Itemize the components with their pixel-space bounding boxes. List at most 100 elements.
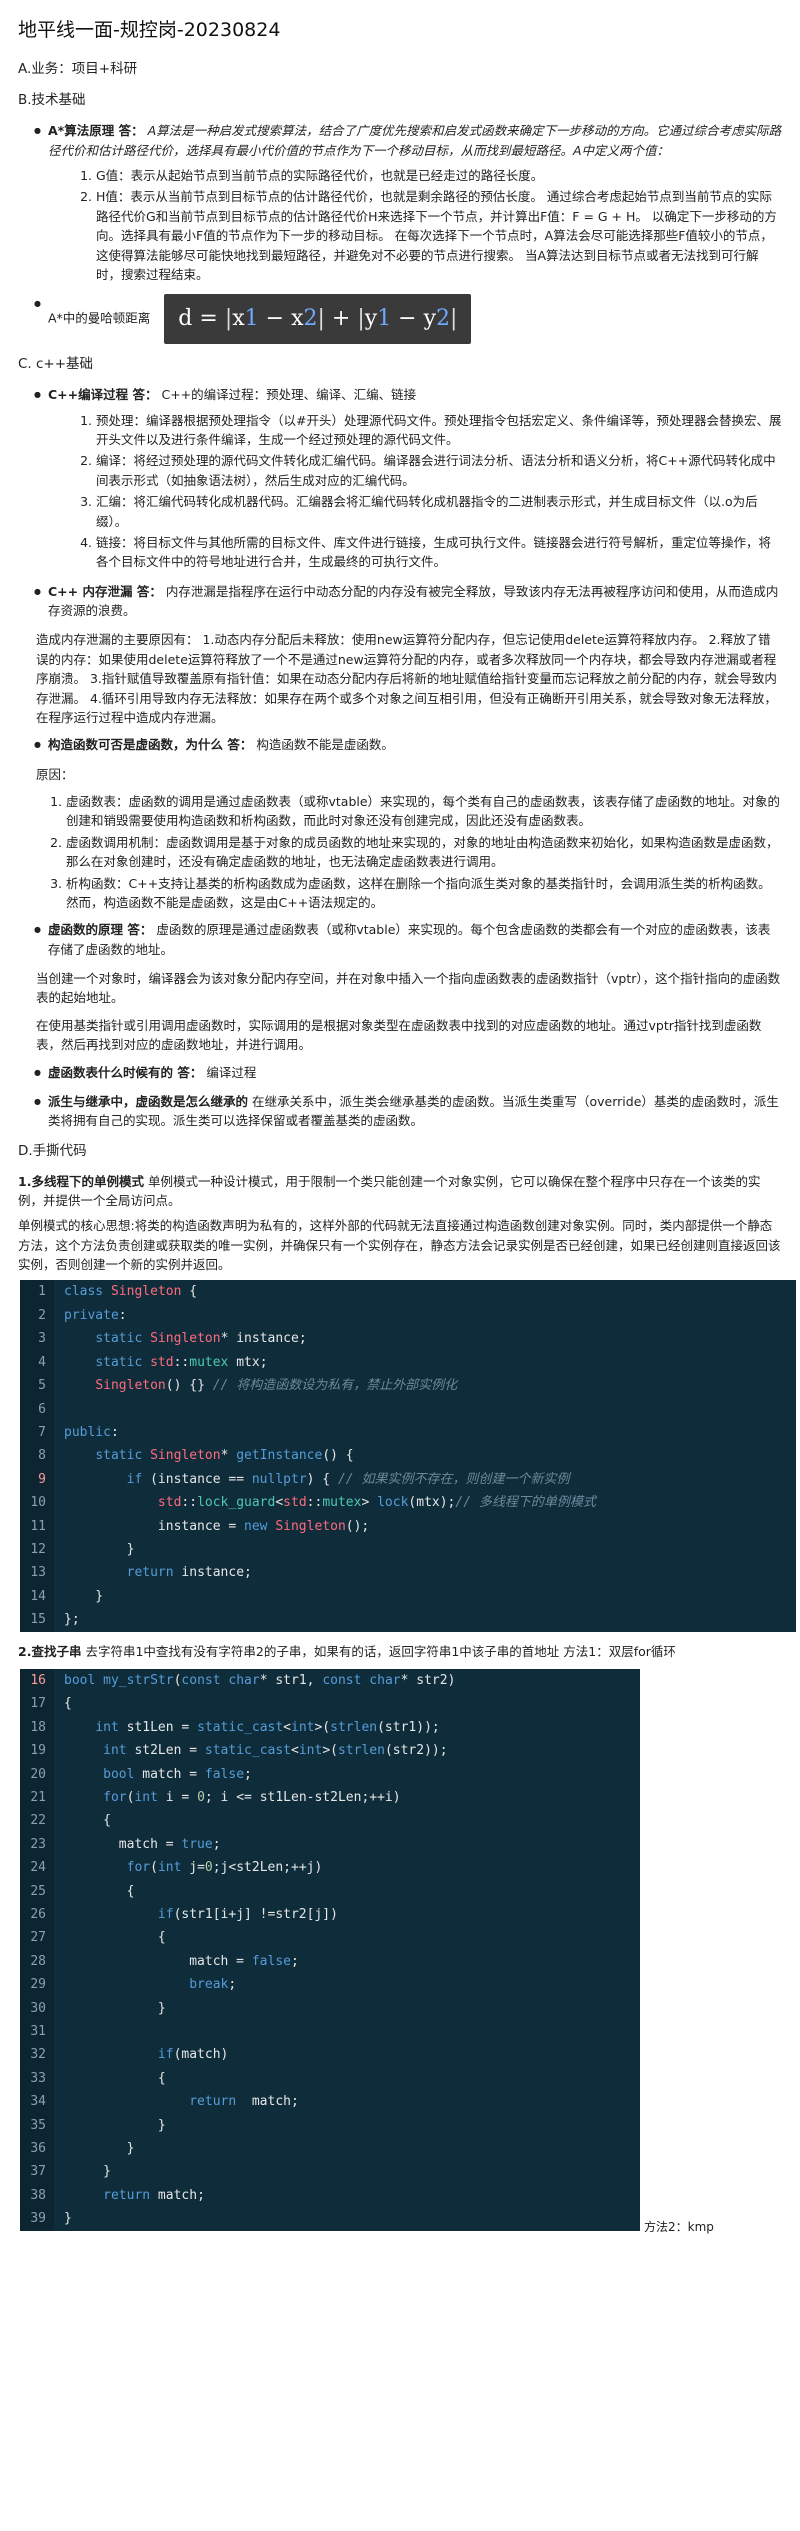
ctor-reason-item: 虚函数表：虚函数的调用是通过虚函数表（或称vtable）来实现的，每个类有自己的… (66, 792, 782, 831)
code-line: 13 return instance; (20, 1561, 796, 1585)
code-line: 28 match = false; (20, 1949, 640, 1974)
code-line: 31 (20, 2020, 640, 2044)
compile-step: 编译：将经过预处理的源代码文件转化成汇编代码。编译器会进行词法分析、语法分析和语… (96, 451, 782, 490)
code-line: 39} (20, 2207, 640, 2231)
line-number: 20 (20, 1762, 54, 1786)
code-text: for(int j=0;j<st2Len;++j) (126, 1860, 323, 1876)
code-text: if(str1[i+j] !=str2[j]) (157, 1907, 338, 1922)
line-number: 34 (20, 2090, 54, 2114)
line-number: 30 (20, 1996, 54, 2021)
code-line: 11 instance = new Singleton(); (20, 1514, 796, 1538)
code-line: 7 public: (20, 1420, 796, 1445)
when-text: 编译过程 (206, 1064, 257, 1080)
ctor-reason-item: 虚函数调用机制：虚函数调用是基于对象的成员函数的地址来实现的，对象的地址由构造函… (66, 833, 782, 872)
line-number: 22 (20, 1809, 54, 1833)
document: 地平线一面-规控岗-20230824 A.业务：项目+科研 B.技术基础 A*算… (0, 0, 800, 2237)
code-line: 29 break; (20, 1973, 640, 1997)
line-number: 3 (20, 1327, 54, 1351)
line-number: 37 (20, 2160, 54, 2184)
virt-item: 虚函数的原理 答： 虚函数的原理是通过虚函数表（或称vtable）来实现的。每个… (34, 920, 782, 959)
line-number: 21 (20, 1785, 54, 1810)
q2-label: 2.查找子串 (18, 1643, 82, 1659)
code-text: if (instance == nullptr) { // 如果实例不存在，则创… (126, 1471, 570, 1487)
code-line: 33 { (20, 2066, 640, 2091)
leak-label: C++ 内存泄漏 答： (48, 583, 162, 599)
ctor-label: 构造函数可否是虚函数，为什么 答： (48, 737, 253, 753)
singleton-code-block: 1 class Singleton {2 private: 3 static Sing… (20, 1280, 796, 1632)
compile-item: C++编译过程 答： C++的编译过程：预处理、编译、汇编、链接 预处理：编译器… (34, 385, 782, 572)
code-text: }; (64, 1612, 80, 1628)
line-number: 31 (20, 2020, 54, 2044)
code-text: { (64, 1696, 72, 1712)
code-line: 12 } (20, 1537, 796, 1562)
code-line: 8 static Singleton* getInstance() { (20, 1444, 796, 1468)
code-line: 32 if(match) (20, 2043, 640, 2067)
derive-item: 派生与继承中，虚函数是怎么继承的 在继承关系中，派生类会继承基类的虚函数。当派生… (34, 1092, 782, 1131)
code-line: 30 } (20, 1996, 640, 2021)
vtable-list: 虚函数表什么时候有的 答： 编译过程 派生与继承中，虚函数是怎么继承的 在继承关… (18, 1063, 782, 1131)
astar-values: G值：表示从起始节点到当前节点的实际路径代价，也就是已经走过的路径长度。 H值：… (48, 166, 782, 284)
virt-paragraph-1: 当创建一个对象时，编译器会为该对象分配内存空间，并在对象中插入一个指向虚函数表的… (36, 971, 781, 1006)
line-number: 10 (20, 1491, 54, 1515)
manhattan-item: A*中的曼哈顿距离 d = |x1 − x2| + |y1 − y2| (34, 294, 782, 345)
code-text: bool my_strStr(const char* str1, const c… (64, 1672, 456, 1688)
derive-label: 派生与继承中，虚函数是怎么继承的 (48, 1093, 249, 1109)
q2-heading: 2.查找子串 去字符串1中查找有没有字符串2的子串，如果有的话，返回字符串1中该… (18, 1642, 782, 1661)
compile-step: 链接：将目标文件与其他所需的目标文件、库文件进行链接，生成可执行文件。链接器会进… (96, 533, 782, 572)
code-line: 23 match = true; (20, 1832, 640, 1857)
astar-text: A算法是一种启发式搜索算法，结合了广度优先搜索和启发式函数来确定下一步移动的方向… (48, 123, 782, 158)
code-line: 16 bool my_strStr(const char* str1, const… (20, 1668, 640, 1693)
code-text: match = true; (64, 1836, 221, 1852)
code-line: 2 private: (20, 1303, 796, 1328)
code-line: 4 static std::mutex mtx; (20, 1350, 796, 1375)
line-number: 39 (20, 2207, 54, 2231)
line-number: 25 (20, 1879, 54, 1903)
code-line: 34 return match; (20, 2090, 640, 2114)
q1-heading: 1.多线程下的单例模式 单例模式一种设计模式，用于限制一个类只能创建一个对象实例… (18, 1172, 782, 1211)
code-text: instance = new Singleton(); (64, 1518, 370, 1534)
ctor-list: 构造函数可否是虚函数，为什么 答： 构造函数不能是虚函数。 (18, 735, 782, 755)
ctor-reason-item: 析构函数：C++支持让基类的析构函数成为虚函数，这样在删除一个指向派生类对象的基… (66, 874, 782, 913)
code-line: 35 } (20, 2113, 640, 2138)
line-number: 11 (20, 1514, 54, 1538)
code-text: } (64, 2117, 166, 2133)
code-text: static std::mutex mtx; (95, 1354, 268, 1370)
cpp-list: C++编译过程 答： C++的编译过程：预处理、编译、汇编、链接 预处理：编译器… (18, 385, 782, 620)
line-number: 7 (20, 1420, 54, 1445)
compile-label: C++编译过程 答： (48, 387, 158, 403)
line-number: 29 (20, 1973, 54, 1997)
g-value-item: G值：表示从起始节点到当前节点的实际路径代价，也就是已经走过的路径长度。 (96, 166, 782, 185)
h-value-item: H值：表示从当前节点到目标节点的估计路径代价，也就是剩余路径的预估长度。 通过综… (96, 187, 782, 284)
code-line: 25 { (20, 1879, 640, 1903)
line-number: 15 (20, 1608, 54, 1632)
section-a: A.业务：项目+科研 (18, 61, 138, 78)
code-text: bool match = false; (103, 1766, 252, 1782)
compile-step: 预处理：编译器根据预处理指令（以#开头）处理源代码文件。预处理指令包括宏定义、条… (96, 411, 782, 450)
line-number: 14 (20, 1584, 54, 1609)
code-text: std::lock_guard<std::mutex> lock(mtx);//… (157, 1495, 596, 1511)
code-text: { (64, 1883, 135, 1899)
line-number: 1 (20, 1280, 54, 1304)
code-line: 5 Singleton() {} // 将构造函数设为私有，禁止外部实例化 (20, 1374, 796, 1398)
line-number: 19 (20, 1739, 54, 1763)
code-text: static Singleton* instance; (95, 1331, 307, 1347)
line-number: 38 (20, 2183, 54, 2208)
line-number: 26 (20, 1903, 54, 1927)
code-text: { (64, 1930, 166, 1946)
code-line: 20 bool match = false; (20, 1762, 640, 1786)
page-title: 地平线一面-规控岗-20230824 (18, 19, 281, 41)
astar-item: A*算法原理 答： A算法是一种启发式搜索算法，结合了广度优先搜索和启发式函数来… (34, 121, 782, 284)
code-line: 6 (20, 1397, 796, 1421)
code-line: 10 std::lock_guard<std::mutex> lock(mtx)… (20, 1491, 796, 1515)
code-text: int st2Len = static_cast<int>(strlen(str… (103, 1743, 448, 1759)
astar-label: A*算法原理 答： (48, 123, 144, 139)
code-line: 36 } (20, 2137, 640, 2161)
code-text: return instance; (126, 1565, 252, 1581)
q1-label: 1.多线程下的单例模式 (18, 1173, 144, 1189)
line-number: 2 (20, 1303, 54, 1328)
code-text: break; (189, 1977, 237, 1993)
ctor-reasons: 虚函数表：虚函数的调用是通过虚函数表（或称vtable）来实现的，每个类有自己的… (18, 792, 782, 912)
virt-list: 虚函数的原理 答： 虚函数的原理是通过虚函数表（或称vtable）来实现的。每个… (18, 920, 782, 959)
virt-text: 虚函数的原理是通过虚函数表（或称vtable）来实现的。每个包含虚函数的类都会有… (48, 922, 771, 957)
